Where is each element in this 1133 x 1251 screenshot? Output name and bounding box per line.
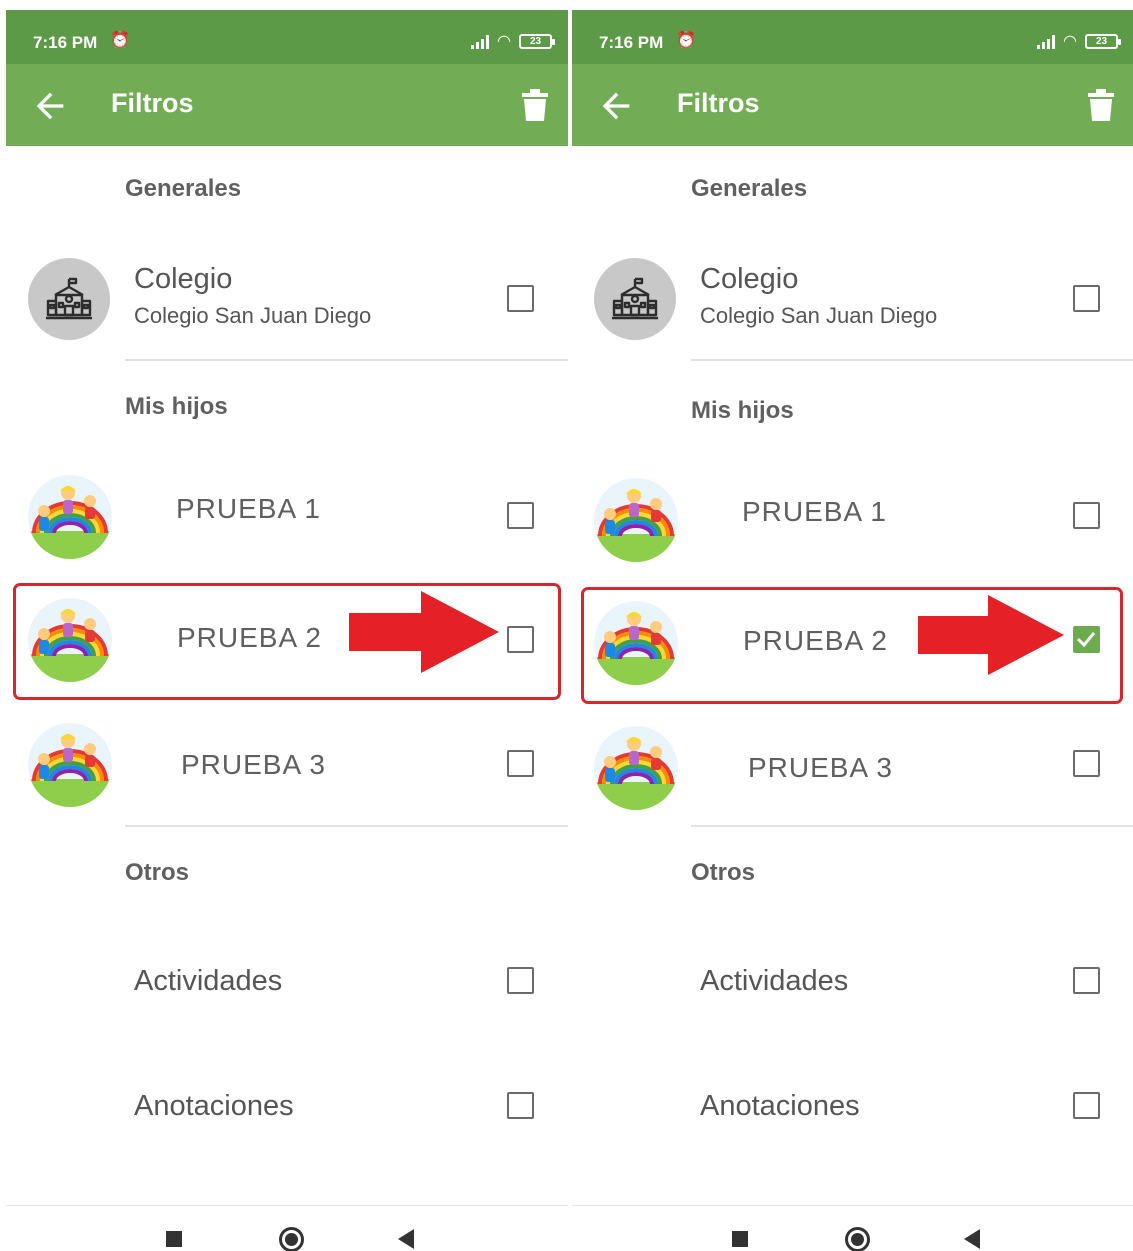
app-bar: Filtros [6,64,568,146]
divider [691,359,1133,361]
child-name-3: PRUEBA 3 [181,749,326,780]
page-title: Filtros [677,88,760,118]
wifi-icon: ◠ [1063,32,1077,50]
school-subtitle: Colegio San Juan Diego [134,303,372,328]
kids-rainbow-avatar [594,726,678,810]
nav-back-icon[interactable] [964,1229,980,1249]
child-name-1: PRUEBA 1 [742,496,887,527]
trash-icon[interactable] [1088,89,1114,121]
status-bar: 7:16 PM ⏰ ◠ 23 [6,10,568,64]
recent-apps-icon[interactable] [166,1231,182,1247]
red-arrow-icon [918,595,1064,675]
section-title-general: Generales [125,175,242,202]
others-label-annotations: Anotaciones [134,1090,294,1122]
kids-rainbow-avatar [28,475,112,559]
status-time: 7:16 PM [599,33,664,52]
activities-checkbox[interactable] [507,967,534,994]
alarm-off-icon: ⏰ [676,32,696,49]
school-building-icon [28,258,110,340]
phone-screen-after: 7:16 PM ⏰ ◠ 23 Filtros Generales Colegio… [572,10,1133,1251]
section-title-children: Mis hijos [125,393,228,420]
others-label-annotations: Anotaciones [700,1090,860,1122]
kids-rainbow-avatar [28,723,112,807]
section-title-others: Otros [125,859,190,886]
school-title: Colegio [134,263,233,295]
child-name-1: PRUEBA 1 [176,493,321,524]
app-bar: Filtros [572,64,1133,146]
activities-checkbox[interactable] [1073,967,1100,994]
status-icons: ◠ 23 [471,32,555,50]
section-title-others: Otros [691,859,756,886]
system-nav-bar [572,1205,1133,1251]
divider [125,359,568,361]
wifi-icon: ◠ [497,32,511,50]
trash-icon[interactable] [522,89,548,121]
battery-icon: 23 [519,34,555,49]
signal-icon [471,34,490,49]
divider [125,825,568,827]
arrow-back-icon[interactable] [30,86,70,126]
child-checkbox-3[interactable] [507,750,534,777]
home-icon[interactable] [845,1227,870,1251]
signal-icon [1037,34,1056,49]
school-checkbox[interactable] [1073,285,1100,312]
status-icons: ◠ 23 [1037,32,1121,50]
school-building-icon [594,258,676,340]
school-checkbox[interactable] [507,285,534,312]
alarm-off-icon: ⏰ [110,32,130,49]
school-title: Colegio [700,263,799,295]
others-label-activities: Actividades [134,965,283,997]
battery-icon: 23 [1085,34,1121,49]
school-subtitle: Colegio San Juan Diego [700,303,938,328]
nav-back-icon[interactable] [398,1229,414,1249]
status-bar: 7:16 PM ⏰ ◠ 23 [572,10,1133,64]
arrow-back-icon[interactable] [596,86,636,126]
child-checkbox-1[interactable] [507,502,534,529]
child-checkbox-3[interactable] [1073,750,1100,777]
annotations-checkbox[interactable] [507,1092,534,1119]
section-title-general: Generales [691,175,808,202]
annotations-checkbox[interactable] [1073,1092,1100,1119]
others-label-activities: Actividades [700,965,849,997]
section-title-children: Mis hijos [691,397,794,424]
kids-rainbow-avatar [594,478,678,562]
child-name-3: PRUEBA 3 [748,752,893,783]
system-nav-bar [6,1205,568,1251]
recent-apps-icon[interactable] [732,1231,748,1247]
red-arrow-icon [349,591,499,673]
divider [691,825,1133,827]
status-time: 7:16 PM [33,33,98,52]
child-checkbox-1[interactable] [1073,502,1100,529]
page-title: Filtros [111,88,194,118]
phone-screen-before: 7:16 PM ⏰ ◠ 23 Filtros Generales Colegio… [6,10,568,1251]
home-icon[interactable] [279,1227,304,1251]
